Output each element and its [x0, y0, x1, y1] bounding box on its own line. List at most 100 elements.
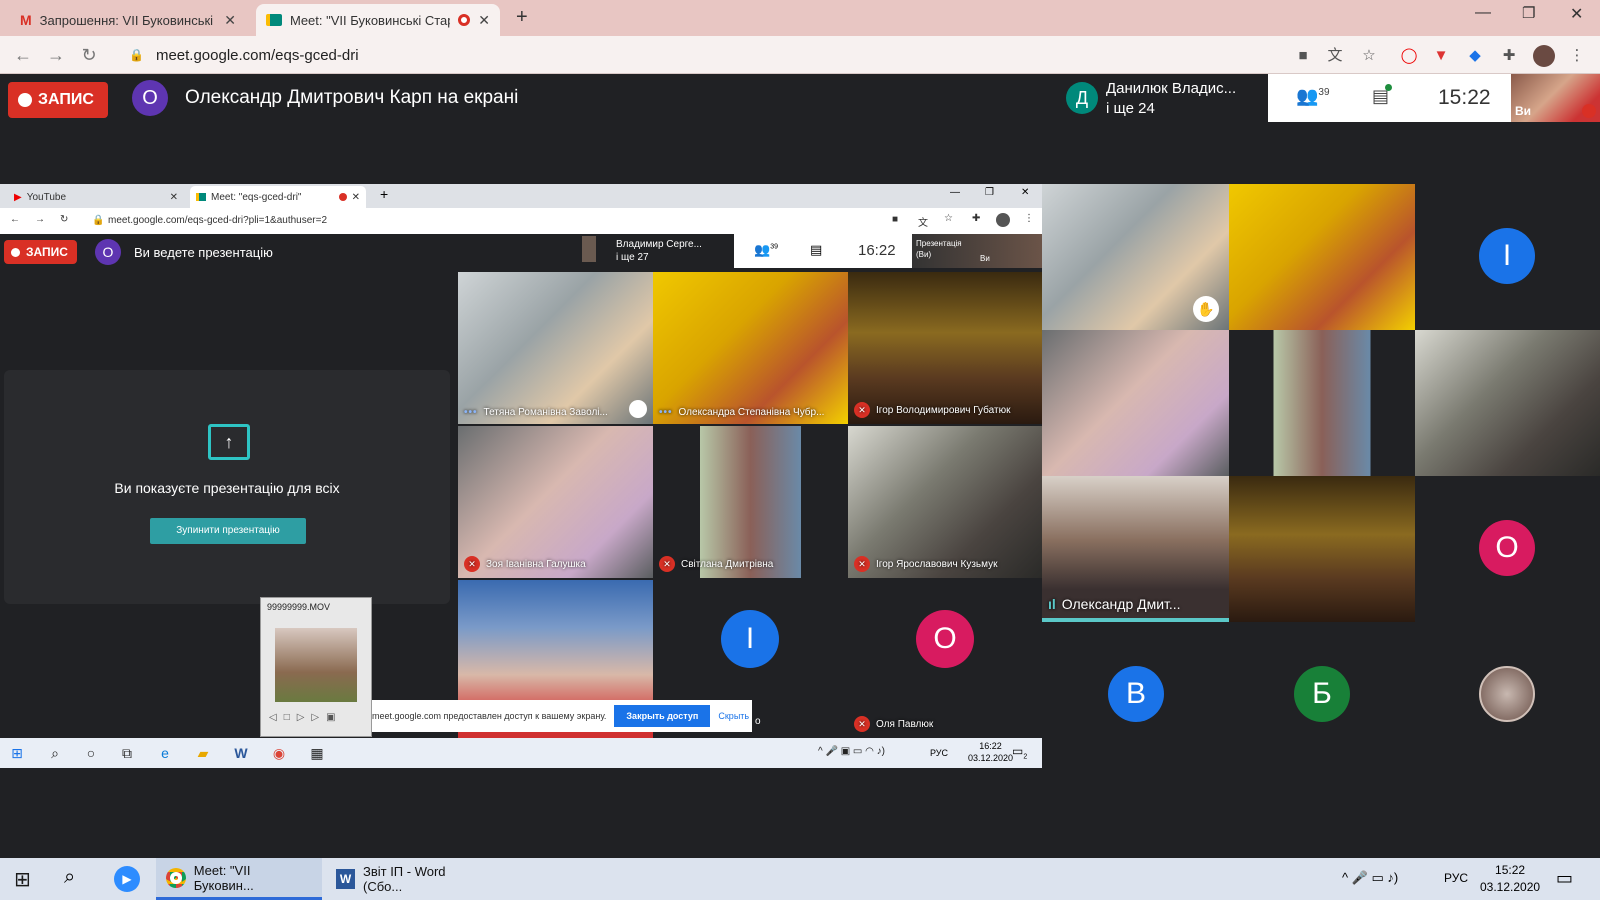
- address-bar[interactable]: 🔒 meet.google.com/eqs-gced-dri: [115, 40, 1285, 70]
- taskbar-app-chrome[interactable]: Meet: "VII Буковин...: [156, 858, 322, 900]
- forward-icon[interactable]: →: [45, 44, 67, 66]
- forward-icon[interactable]: →: [35, 214, 45, 225]
- participant-tile[interactable]: [1229, 330, 1415, 476]
- windows-start-icon[interactable]: ⊞: [8, 744, 26, 762]
- chat-icon[interactable]: ▤: [810, 242, 822, 258]
- minimize-button[interactable]: —: [950, 187, 960, 198]
- translate-icon[interactable]: 文: [918, 214, 928, 229]
- inner-pinned[interactable]: Владимир Серге... і ще 27: [616, 238, 702, 264]
- edge-icon[interactable]: e: [156, 744, 174, 762]
- translate-icon[interactable]: 文: [1324, 45, 1346, 67]
- participant-tile[interactable]: ••• Тетяна Романівна Заволі...: [458, 272, 653, 424]
- participant-tile[interactable]: ✕ Ігор Володимирович Губатюк: [848, 272, 1042, 424]
- extension-blue-icon[interactable]: ◆: [1464, 45, 1486, 67]
- tray-icons[interactable]: ^ 🎤 ▭ ♪): [1342, 870, 1398, 886]
- reload-icon[interactable]: ↻: [60, 214, 68, 225]
- profile-avatar[interactable]: [996, 213, 1010, 227]
- browser-tab-gmail[interactable]: M Запрошення: VII Буковинські Ст ✕: [10, 4, 246, 36]
- participant-avatar: О: [1479, 520, 1535, 576]
- participant-tile[interactable]: ✕ Світлана Дмитрівна: [653, 426, 848, 578]
- close-icon[interactable]: ✕: [478, 12, 490, 29]
- recording-icon: [458, 14, 471, 26]
- profile-avatar[interactable]: [1533, 45, 1555, 67]
- self-view-thumbnail[interactable]: Ви: [1511, 74, 1600, 122]
- media-player-popup[interactable]: 99999999.MOV ◁□▷▷▣: [260, 597, 372, 737]
- participant-tile[interactable]: О ✕ Оля Павлюк: [848, 580, 1042, 738]
- close-icon[interactable]: ✕: [224, 12, 236, 29]
- pocket-icon[interactable]: ▼: [1430, 45, 1452, 67]
- camera-icon[interactable]: ■: [892, 214, 898, 225]
- participant-tile[interactable]: Б: [1229, 622, 1415, 768]
- minimize-button[interactable]: —: [1475, 4, 1491, 22]
- notification-icon[interactable]: ▭: [1556, 868, 1573, 889]
- inner-tab-meet[interactable]: Meet: "eqs-gced-dri" ✕: [190, 186, 366, 208]
- windows-start-icon[interactable]: ⊞: [14, 867, 31, 892]
- tray-language[interactable]: РУС: [930, 748, 948, 758]
- back-icon[interactable]: ←: [10, 214, 20, 225]
- participant-tile[interactable]: ✕ Зоя Іванівна Галушка: [458, 426, 653, 578]
- stop-sharing-button[interactable]: Закрыть доступ: [614, 705, 711, 727]
- task-view-icon[interactable]: ⧉: [118, 744, 136, 762]
- inner-tab-youtube[interactable]: ▶ YouTube ✕: [8, 186, 184, 208]
- menu-icon[interactable]: ⋮: [1024, 213, 1034, 224]
- participant-tile[interactable]: [1229, 476, 1415, 622]
- explorer-icon[interactable]: ▰: [194, 744, 212, 762]
- star-icon[interactable]: ☆: [944, 213, 953, 224]
- chat-icon[interactable]: ▤: [1372, 84, 1393, 107]
- extensions-icon[interactable]: ✚: [972, 213, 980, 224]
- participant-tile[interactable]: ✋: [1042, 184, 1229, 330]
- menu-icon[interactable]: ⋮: [1566, 45, 1588, 67]
- new-tab-button[interactable]: +: [516, 6, 528, 29]
- participant-tile[interactable]: [1042, 330, 1229, 476]
- camera-icon[interactable]: ■: [1292, 45, 1314, 67]
- search-icon[interactable]: ⌕: [46, 744, 64, 762]
- participant-tile-speaking[interactable]: ıl Олександр Дмит...: [1042, 476, 1229, 622]
- media-thumbnail: [275, 628, 357, 702]
- close-icon[interactable]: ✕: [170, 192, 178, 203]
- maximize-button[interactable]: ❐: [1522, 4, 1535, 22]
- inner-url[interactable]: meet.google.com/eqs-gced-dri?pli=1&authu…: [108, 215, 327, 226]
- participant-tile[interactable]: [1415, 622, 1600, 768]
- tray-language[interactable]: РУС: [1444, 871, 1468, 885]
- notification-icon[interactable]: ▭2: [1012, 744, 1027, 760]
- participants-icon[interactable]: 👥39: [754, 242, 778, 258]
- participant-tile[interactable]: [1415, 330, 1600, 476]
- participant-tile[interactable]: ✕ Ігор Ярославович Кузьмук: [848, 426, 1042, 578]
- participant-tile[interactable]: О: [1415, 476, 1600, 622]
- window-close-button[interactable]: ✕: [1570, 4, 1583, 24]
- stop-presentation-button[interactable]: Зупинити презентацію: [150, 518, 306, 544]
- tray-clock[interactable]: 15:22 03.12.2020: [1480, 862, 1540, 896]
- maximize-button[interactable]: ❐: [985, 187, 994, 198]
- self-label-bottom: (Ви): [916, 250, 932, 259]
- clock-time: 15:22: [1438, 86, 1491, 109]
- presenter-text: Олександр Дмитрович Карп на екрані: [185, 87, 519, 108]
- window-close-button[interactable]: ✕: [1021, 187, 1029, 198]
- participant-tile[interactable]: ••• Олександра Степанівна Чубр...: [653, 272, 848, 424]
- chrome-icon[interactable]: ◉: [270, 744, 288, 762]
- media-app-icon[interactable]: ▦: [308, 744, 326, 762]
- shared-screen: ▶ YouTube ✕ Meet: "eqs-gced-dri" ✕ + — ❐ …: [0, 184, 1042, 768]
- word-icon[interactable]: W: [232, 744, 250, 762]
- browser-tab-meet[interactable]: Meet: "VII Буковинські Стар ✕: [256, 4, 500, 36]
- back-icon[interactable]: ←: [12, 44, 34, 66]
- tray-clock[interactable]: 16:22 03.12.2020: [968, 740, 1013, 764]
- new-tab-button[interactable]: +: [380, 186, 388, 202]
- close-icon[interactable]: ✕: [352, 192, 360, 203]
- star-icon[interactable]: ☆: [1358, 45, 1380, 67]
- reload-icon[interactable]: ↻: [78, 44, 100, 66]
- participants-icon[interactable]: 👥39: [1296, 86, 1330, 107]
- taskbar-app-word[interactable]: W Звіт ІП - Word (Сбо...: [326, 858, 492, 900]
- pinned-participant[interactable]: Д Данилюк Владис... і ще 24: [1058, 74, 1268, 124]
- media-controls[interactable]: ◁□▷▷▣: [269, 712, 343, 723]
- cortana-icon[interactable]: ○: [82, 744, 100, 762]
- tray-icons[interactable]: ^ 🎤 ▣ ▭ ◠ ♪): [818, 746, 885, 757]
- participant-tile[interactable]: І: [1415, 184, 1600, 330]
- hide-button[interactable]: Скрыть: [718, 711, 749, 721]
- participant-tile[interactable]: В: [1042, 622, 1229, 768]
- inner-self-view[interactable]: Презентація (Ви) Ви: [912, 234, 1042, 268]
- search-icon[interactable]: ⌕: [64, 866, 75, 889]
- opera-icon[interactable]: ◯: [1398, 45, 1420, 67]
- participant-tile[interactable]: [1229, 184, 1415, 330]
- extensions-icon[interactable]: ✚: [1498, 45, 1520, 67]
- zoom-icon[interactable]: ▶: [114, 866, 140, 892]
